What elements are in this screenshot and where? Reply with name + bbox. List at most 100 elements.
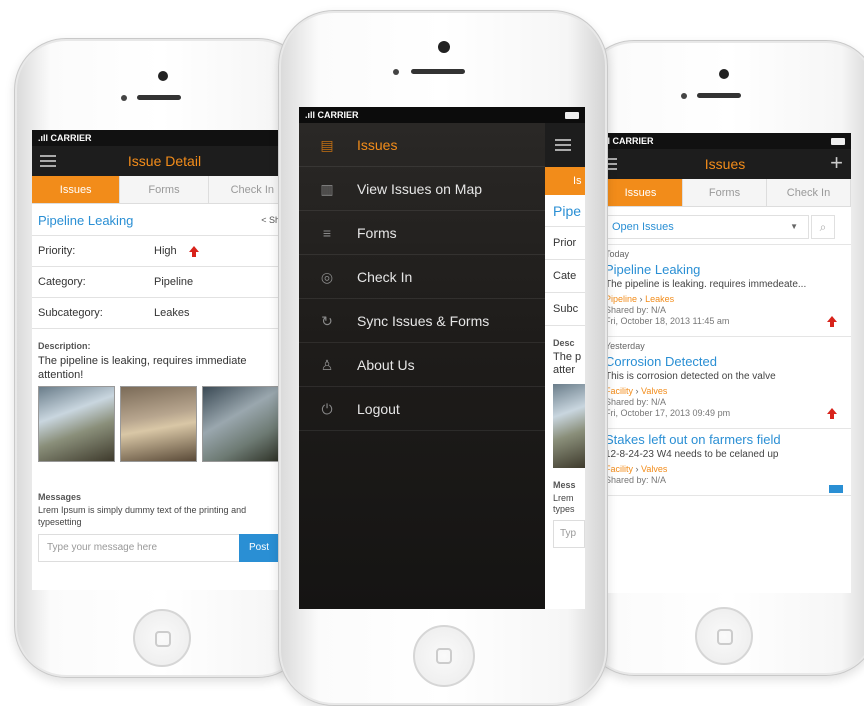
peek-desc-line: atter — [553, 364, 576, 376]
subcategory-value: Leakes — [154, 307, 190, 319]
center-screen: .ıll CARRIER ▤ Issues ▥ View Issues on Map ≡… — [299, 107, 585, 609]
add-icon[interactable]: + — [830, 149, 843, 177]
peek-desc-label: Desc — [553, 338, 575, 348]
subcategory-row: Subcategory: Leakes — [32, 298, 297, 329]
tab-issues[interactable]: Issues — [599, 179, 683, 206]
menu-item-label: Sync Issues & Forms — [357, 312, 490, 329]
peek-photo[interactable] — [553, 384, 585, 468]
issue-title: Pipeline Leaking — [605, 262, 701, 277]
description-label: Description: — [38, 341, 91, 351]
sync-icon: ↻ — [321, 312, 333, 329]
list-item[interactable]: Corrosion Detected This is corrosion dete… — [599, 351, 851, 429]
menu-item-label: Forms — [357, 224, 397, 241]
menu-item-about-us[interactable]: ♙ About Us — [299, 343, 545, 387]
menu-item-label: About Us — [357, 356, 415, 373]
issue-description: The pipeline is leaking. requires immede… — [605, 279, 807, 290]
menu-item-label: Issues — [357, 136, 398, 153]
left-phone: .ıll CARRIER Issue Detail Issues Forms C… — [14, 38, 310, 678]
tab-issues[interactable]: Issues — [32, 176, 121, 203]
messages-label: Messages — [38, 492, 82, 502]
carrier-label: CARRIER — [612, 136, 654, 146]
issue-description: 12-8-24-23 W4 needs to be celaned up — [605, 449, 779, 460]
menu-item-label: Logout — [357, 400, 400, 417]
menu-item-view-issues-on-map[interactable]: ▥ View Issues on Map — [299, 167, 545, 211]
category-label: Category: — [38, 276, 86, 288]
priority-high-icon — [827, 316, 837, 327]
speaker-icon — [137, 95, 181, 100]
peek-message-line: types — [553, 504, 575, 514]
photo-pipes[interactable] — [202, 386, 279, 462]
dropdown-arrow-icon: ▼ — [790, 222, 798, 231]
peek-row: Prior — [545, 227, 585, 260]
sensor-icon — [121, 95, 127, 101]
issue-description: This is corrosion detected on the valve — [605, 371, 776, 382]
priority-value: High — [154, 245, 177, 257]
page-title: Issue Detail — [127, 153, 202, 169]
shared-by: Shared by: N/A — [605, 397, 667, 407]
filter-value: Open Issues — [612, 221, 674, 233]
menu-item-issues[interactable]: ▤ Issues — [299, 123, 545, 167]
category-label: Facility — [605, 464, 634, 474]
speaker-icon — [411, 69, 465, 74]
search-icon[interactable]: ⌕ — [811, 215, 835, 239]
tab-bar: Issues Forms Check In — [32, 176, 297, 204]
home-button[interactable] — [133, 609, 191, 667]
share-icon: < — [261, 215, 269, 225]
photo-leak[interactable] — [38, 386, 115, 462]
tab-forms[interactable]: Forms — [120, 176, 209, 203]
issue-category: Pipeline › Leakes — [599, 290, 851, 304]
issue-list: Today Pipeline Leaking The pipeline is lea… — [599, 245, 851, 496]
signal-icon: .ıll — [38, 133, 51, 143]
center-phone: .ıll CARRIER ▤ Issues ▥ View Issues on Map ≡… — [278, 10, 608, 706]
issue-category: Facility › Valves — [599, 382, 851, 396]
post-button[interactable]: Post — [239, 534, 279, 562]
photo-pipeline[interactable] — [120, 386, 197, 462]
menu-item-check-in[interactable]: ◎ Check In — [299, 255, 545, 299]
category-value: Pipeline — [154, 276, 194, 288]
user-icon: ♙ — [320, 356, 334, 373]
content-peek: Is Pipe Prior Cate Subc Desc The p atter… — [545, 123, 585, 609]
description-section: Description: The pipeline is leaking, re… — [32, 329, 297, 499]
marketing-stage: .ıll CARRIER Issue Detail Issues Forms C… — [0, 0, 864, 706]
menu-item-label: View Issues on Map — [357, 180, 483, 197]
shared-by: Shared by: N/A — [605, 475, 667, 485]
issue-title: Pipeline Leaking — [38, 213, 134, 228]
list-item[interactable]: Stakes left out on farmers field 12-8-24-… — [599, 429, 851, 496]
message-input[interactable]: Type your message here — [38, 534, 240, 562]
tab-forms[interactable]: Forms — [683, 179, 767, 206]
issue-date: Fri, October 17, 2013 09:49 pm — [605, 408, 731, 418]
home-button[interactable] — [413, 625, 475, 687]
tab-bar: Issues Forms Check In — [599, 179, 851, 207]
peek-message-input[interactable]: Typ — [553, 520, 585, 548]
messages-section: Messages Lrem Ipsum is simply dummy text… — [32, 492, 297, 569]
issue-date: Fri, October 18, 2013 11:45 am — [605, 316, 730, 326]
priority-high-icon — [188, 246, 199, 257]
chevron-right-icon: › — [639, 294, 643, 304]
subcategory-label: Leakes — [645, 294, 675, 304]
battery-icon — [565, 112, 579, 119]
hamburger-icon[interactable] — [40, 155, 56, 167]
list-item[interactable]: Pipeline Leaking The pipeline is leaking.… — [599, 259, 851, 337]
tab-check-in[interactable]: Check In — [767, 179, 851, 206]
subcategory-label: Valves — [641, 464, 668, 474]
nav-bar: Issues + — [599, 149, 851, 179]
menu-item-forms[interactable]: ≡ Forms — [299, 211, 545, 255]
peek-messages-label: Mess — [553, 480, 576, 490]
peek-nav — [545, 123, 585, 167]
hamburger-icon[interactable] — [555, 139, 571, 151]
camera-icon — [158, 71, 168, 81]
status-bar: ıl CARRIER — [599, 133, 851, 149]
issue-title: Stakes left out on farmers field — [605, 432, 781, 447]
issue-filter-select[interactable]: Open Issues ▼ — [603, 215, 809, 239]
chevron-right-icon: › — [635, 386, 639, 396]
power-icon: ⏻ — [321, 400, 333, 417]
peek-title: Pipe — [545, 195, 585, 227]
menu-item-logout[interactable]: ⏻ Logout — [299, 387, 545, 431]
peek-tab[interactable]: Is — [545, 167, 585, 195]
issue-header: Pipeline Leaking < Share — [32, 204, 297, 236]
menu-item-sync-issues-forms[interactable]: ↻ Sync Issues & Forms — [299, 299, 545, 343]
home-button[interactable] — [695, 607, 753, 665]
camera-icon — [438, 41, 450, 53]
subcategory-label: Subcategory: — [38, 307, 103, 319]
filter-bar: Open Issues ▼ ⌕ — [599, 207, 851, 245]
